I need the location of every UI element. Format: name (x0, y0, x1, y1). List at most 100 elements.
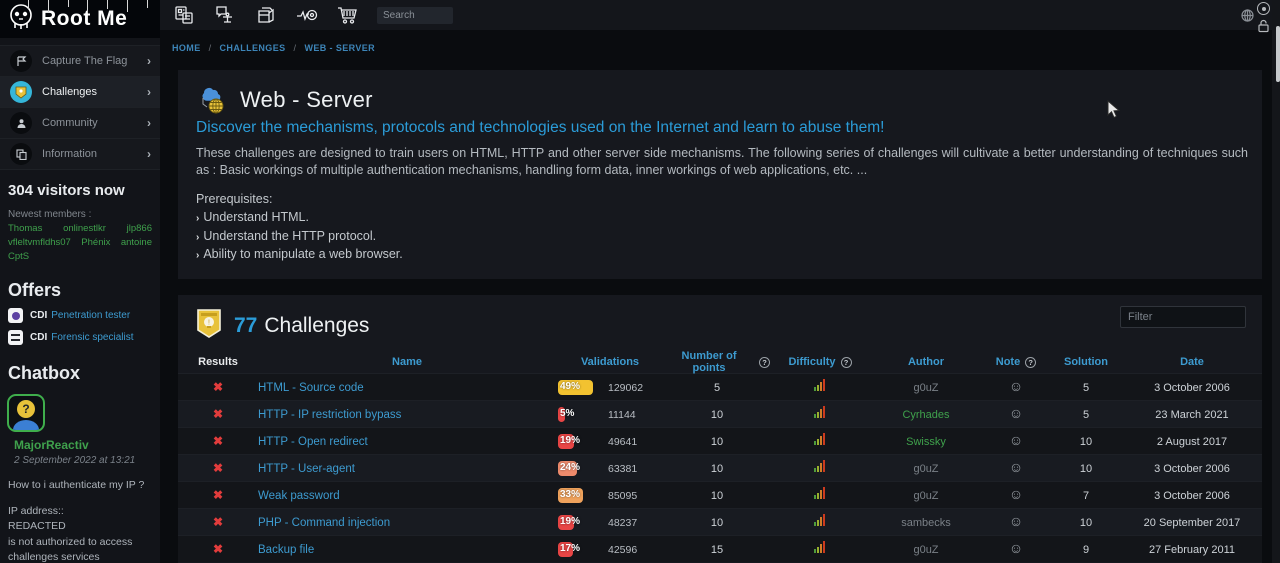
filter-input[interactable] (1120, 306, 1246, 328)
chat-timestamp: 2 September 2022 at 13:21 (0, 452, 160, 466)
menu-label: Challenges (42, 86, 97, 98)
challenge-link[interactable]: HTML - Source code (258, 382, 364, 394)
member-link[interactable]: antoine (121, 237, 152, 248)
author-link[interactable]: g0uZ (913, 382, 938, 394)
not-validated-icon: ✖ (213, 434, 223, 448)
member-link[interactable]: CptS (8, 251, 29, 262)
offer-item: CDI Forensic specialist (0, 323, 160, 345)
header-note[interactable]: Note? (982, 356, 1050, 368)
date-value: 3 October 2006 (1154, 463, 1230, 475)
avatar[interactable]: ? (7, 394, 45, 432)
table-row: ✖ PHP - Command injection 19% 48237 10 s… (178, 508, 1262, 535)
smiley-note-icon: ☺ (1009, 486, 1023, 502)
breadcrumb-web-server[interactable]: WEB - SERVER (304, 43, 375, 53)
date-value: 23 March 2021 (1155, 409, 1228, 421)
challenges-count: 77 (234, 314, 257, 338)
sidebar-item-challenges[interactable]: Challenges › (0, 77, 160, 108)
solution-count[interactable]: 10 (1080, 517, 1092, 529)
header-author[interactable]: Author (870, 356, 982, 368)
prerequisites-list: ›Understand HTML. ›Understand the HTTP p… (196, 209, 403, 265)
challenges-card: ! 77 Challenges Results Name Validations… (178, 295, 1262, 563)
member-link[interactable]: jlp866 (127, 223, 152, 234)
header-validations[interactable]: Validations (556, 356, 664, 368)
not-validated-icon: ✖ (213, 407, 223, 421)
challenges-table: Results Name Validations Number of point… (178, 351, 1262, 562)
author-link[interactable]: sambecks (901, 517, 951, 529)
search-input[interactable] (377, 7, 453, 24)
forum-icon[interactable] (213, 3, 237, 27)
points-value: 10 (711, 517, 723, 529)
challenge-link[interactable]: HTTP - User-agent (258, 463, 355, 475)
members-line: Thomas onlinestlkr jlp866 (0, 220, 160, 234)
activity-icon[interactable] (295, 3, 319, 27)
help-icon[interactable]: ? (759, 357, 770, 368)
member-link[interactable]: onlinestlkr (63, 223, 106, 234)
challenge-link[interactable]: PHP - Command injection (258, 517, 390, 529)
author-link[interactable]: Swissky (906, 436, 946, 448)
author-link[interactable]: g0uZ (913, 544, 938, 556)
lock-icon[interactable] (1257, 19, 1273, 38)
validation-count: 129062 (608, 382, 643, 394)
offer-contract-tag: CDI (30, 332, 47, 343)
chat-line: REDACTED (8, 519, 152, 534)
member-link[interactable]: Thomas (8, 223, 42, 234)
header-solution[interactable]: Solution (1050, 356, 1122, 368)
member-link[interactable]: vfleltvmfldhs07 (8, 237, 71, 248)
solution-count[interactable]: 10 (1080, 463, 1092, 475)
sidebar-item-information[interactable]: Information › (0, 139, 160, 170)
author-link[interactable]: Cyrhades (902, 409, 949, 421)
table-row: ✖ HTTP - IP restriction bypass 5% 11144 … (178, 400, 1262, 427)
challenge-link[interactable]: Backup file (258, 544, 314, 556)
sidebar-item-community[interactable]: Community › (0, 108, 160, 139)
not-validated-icon: ✖ (213, 380, 223, 394)
sidebar-item-capture-the-flag[interactable]: Capture The Flag › (0, 46, 160, 77)
logo[interactable]: Root Me (0, 0, 160, 38)
member-link[interactable]: Phénix (81, 237, 110, 248)
solution-count[interactable]: 5 (1083, 382, 1089, 394)
chat-line: is not authorized to access (8, 535, 152, 550)
breadcrumb-challenges[interactable]: CHALLENGES (220, 43, 286, 53)
news-icon[interactable] (172, 3, 196, 27)
newest-members-label: Newest members : (0, 199, 160, 220)
header-difficulty[interactable]: Difficulty? (770, 356, 870, 368)
offer-link[interactable]: Forensic specialist (51, 332, 133, 343)
offer-link[interactable]: Penetration tester (51, 310, 130, 321)
author-link[interactable]: g0uZ (913, 463, 938, 475)
chat-line: IP address:: (8, 504, 152, 519)
solution-count[interactable]: 7 (1083, 490, 1089, 502)
offer-item: CDI Penetration tester (0, 301, 160, 323)
breadcrumb-home[interactable]: HOME (172, 43, 201, 53)
help-icon[interactable]: ? (841, 357, 852, 368)
challenge-link[interactable]: Weak password (258, 490, 340, 502)
challenge-link[interactable]: HTTP - IP restriction bypass (258, 409, 401, 421)
menu-label: Information (42, 148, 97, 160)
smiley-note-icon: ☺ (1009, 459, 1023, 475)
header-results[interactable]: Results (178, 356, 258, 368)
validation-cell: 17% (556, 536, 608, 563)
header-points[interactable]: Number of points? (664, 350, 770, 374)
target-icon[interactable] (1257, 2, 1270, 15)
solution-count[interactable]: 10 (1080, 436, 1092, 448)
docs-archive-icon[interactable] (254, 3, 278, 27)
scrollbar-track[interactable] (1272, 0, 1280, 563)
help-icon[interactable]: ? (1025, 357, 1036, 368)
solution-count[interactable]: 5 (1083, 409, 1089, 421)
points-value: 10 (711, 436, 723, 448)
validation-cell: 19% (556, 428, 608, 455)
validation-pct: 49% (560, 381, 580, 392)
scrollbar-thumb[interactable] (1276, 26, 1280, 82)
offer-contract-tag: CDI (30, 310, 47, 321)
smiley-note-icon: ☺ (1009, 513, 1023, 529)
chat-message: IP address:: REDACTED is not authorized … (0, 492, 160, 563)
challenge-link[interactable]: HTTP - Open redirect (258, 436, 368, 448)
chat-username-link[interactable]: MajorReactiv (0, 432, 160, 452)
author-link[interactable]: g0uZ (913, 490, 938, 502)
header-name[interactable]: Name (258, 356, 556, 368)
globe-icon[interactable] (1241, 9, 1254, 27)
category-subtitle: Discover the mechanisms, protocols and t… (196, 119, 884, 137)
not-validated-icon: ✖ (213, 515, 223, 529)
cart-icon[interactable] (336, 3, 360, 27)
flag-icon (10, 50, 32, 72)
header-date[interactable]: Date (1122, 356, 1262, 368)
solution-count[interactable]: 9 (1083, 544, 1089, 556)
